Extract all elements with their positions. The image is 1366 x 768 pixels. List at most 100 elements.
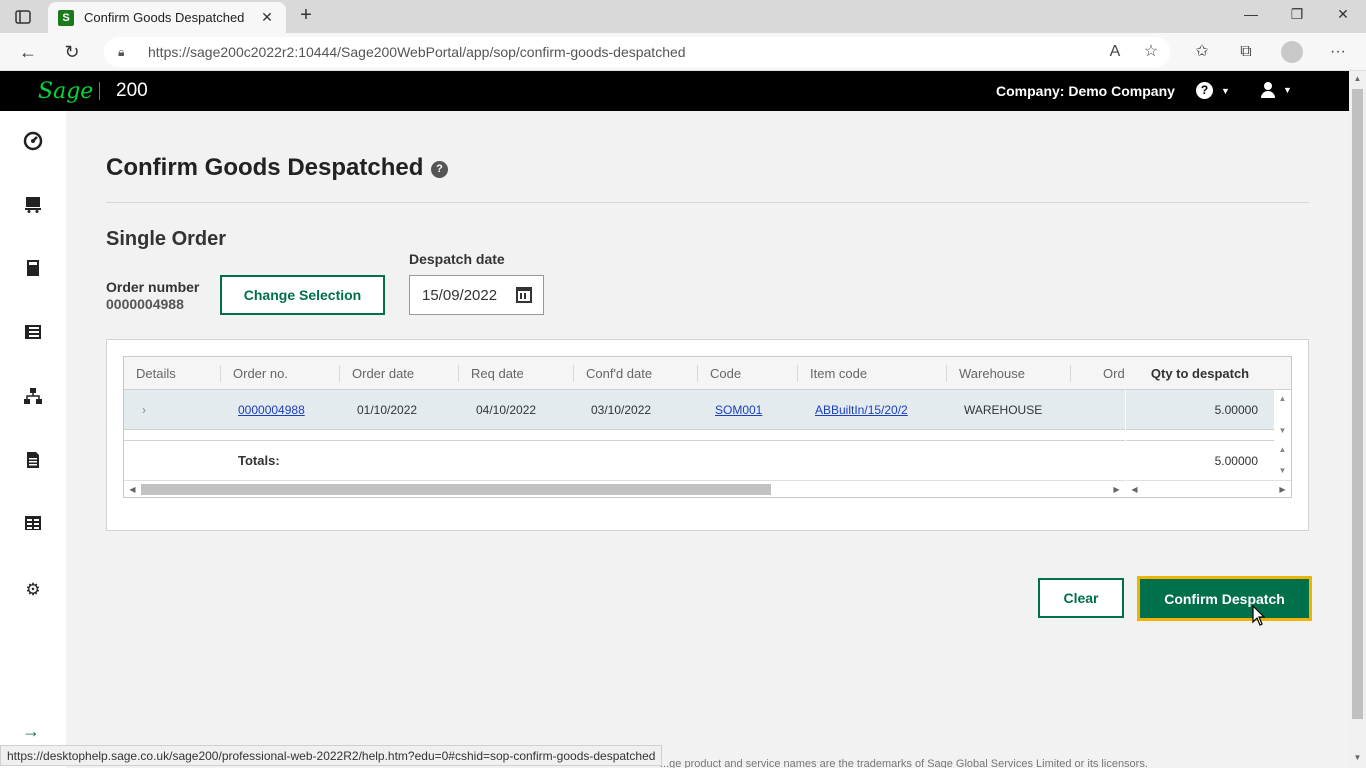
totals-qty-container: 5.00000 — [1126, 440, 1274, 480]
browser-tab-bar: S Confirm Goods Despatched ✕ + — ❐ ✕ — [0, 0, 1366, 33]
column-header-confd-date[interactable]: Conf'd date — [586, 357, 652, 390]
book-icon[interactable] — [22, 259, 44, 281]
close-window-icon[interactable]: ✕ — [1328, 6, 1358, 23]
read-aloud-icon[interactable]: A — [1104, 41, 1126, 63]
section-title: Single Order — [106, 228, 227, 250]
expand-arrow-icon[interactable]: → — [22, 721, 40, 742]
despatch-date-label: Despatch date — [409, 251, 505, 267]
scroll-up-icon[interactable]: ▲ — [1349, 74, 1366, 83]
sidebar: ⚙ → — [0, 111, 66, 768]
scroll-right-icon[interactable]: ▶ — [1108, 481, 1125, 497]
profile-avatar[interactable] — [1281, 41, 1303, 63]
confd-date-cell: 03/10/2022 — [591, 403, 652, 417]
despatch-date-field[interactable]: 15/09/2022 — [409, 275, 544, 315]
user-icon — [1261, 82, 1275, 98]
column-header-warehouse[interactable]: Warehouse — [959, 357, 1025, 390]
scroll-left-icon[interactable]: ◀ — [124, 481, 141, 497]
column-header-code[interactable]: Code — [710, 357, 741, 390]
user-menu[interactable]: ▼ — [1261, 82, 1292, 98]
column-header-order-no[interactable]: Order no. — [233, 357, 288, 390]
scrollbar-thumb[interactable] — [141, 484, 771, 495]
lock-icon: 🔒︎ — [118, 45, 125, 59]
scroll-down-icon[interactable]: ▼ — [1274, 466, 1291, 475]
horizontal-scrollbar[interactable]: ◀ ▶ — [124, 480, 1125, 497]
help-icon[interactable]: ? — [431, 161, 448, 178]
change-selection-button[interactable]: Change Selection — [220, 275, 385, 315]
sage-logo[interactable]: Sage — [38, 79, 93, 104]
help-menu[interactable]: ? ▼ — [1196, 82, 1230, 99]
order-number-value: 0000004988 — [106, 296, 184, 312]
despatch-date-value: 15/09/2022 — [422, 286, 498, 304]
order-date-cell: 01/10/2022 — [357, 403, 418, 417]
customer-code-link[interactable]: SOM001 — [715, 390, 762, 430]
page-title: Confirm Goods Despatched — [106, 154, 424, 181]
column-header-item-code[interactable]: Item code — [810, 357, 867, 390]
qty-to-despatch-cell[interactable]: 5.00000 — [1215, 390, 1258, 430]
calendar-icon[interactable] — [516, 287, 532, 303]
back-arrow-icon[interactable]: ← — [16, 41, 40, 63]
footer-trademark-text: ...ge product and service names are the … — [660, 758, 1148, 768]
req-date-cell: 04/10/2022 — [476, 403, 537, 417]
browser-tab-active[interactable]: S Confirm Goods Despatched ✕ — [48, 2, 286, 33]
row-scrollbar[interactable]: ▲ ▼ — [1274, 390, 1291, 440]
table-icon[interactable] — [22, 515, 44, 537]
add-favorite-icon[interactable]: ☆ — [1140, 41, 1162, 63]
company-name[interactable]: Company: Demo Company — [996, 83, 1175, 99]
scroll-down-icon[interactable]: ▼ — [1274, 426, 1291, 435]
item-code-link[interactable]: ABBuiltIn/15/20/2 — [815, 390, 908, 430]
document-icon[interactable] — [22, 451, 44, 473]
page-scrollbar-thumb[interactable] — [1352, 89, 1363, 719]
more-menu-icon[interactable]: ··· — [1327, 41, 1349, 63]
scroll-right-icon[interactable]: ▶ — [1274, 481, 1291, 497]
scroll-up-icon[interactable]: ▲ — [1274, 445, 1291, 454]
minimize-icon[interactable]: — — [1236, 6, 1266, 22]
qty-cell-container[interactable]: 5.00000 — [1126, 390, 1274, 430]
close-tab-icon[interactable]: ✕ — [258, 9, 276, 26]
address-bar: ← ↻ 🔒︎ https://sage200c2022r2:10444/Sage… — [0, 33, 1366, 71]
tab-title: Confirm Goods Despatched — [84, 10, 245, 25]
dashboard-icon[interactable] — [22, 131, 44, 153]
favorites-icon[interactable]: ✩ — [1191, 41, 1213, 63]
column-header-details[interactable]: Details — [136, 357, 176, 390]
confirm-despatch-button[interactable]: Confirm Despatch — [1137, 576, 1312, 621]
totals-qty-value: 5.00000 — [1214, 454, 1258, 468]
column-header-order-date[interactable]: Order date — [352, 357, 414, 390]
order-no-link[interactable]: 0000004988 — [238, 390, 305, 430]
clear-button[interactable]: Clear — [1038, 578, 1124, 618]
grid-panel: Details Order no. Order date Req date Co… — [106, 339, 1309, 531]
sage-favicon-icon: S — [58, 9, 74, 26]
cart-icon[interactable] — [22, 195, 44, 217]
org-chart-icon[interactable] — [22, 387, 44, 409]
gear-icon[interactable]: ⚙ — [22, 579, 44, 601]
url-field[interactable]: 🔒︎ https://sage200c2022r2:10444/Sage200W… — [104, 37, 1170, 67]
totals-label: Totals: — [238, 453, 280, 468]
main-content: Confirm Goods Despatched ? Single Order … — [66, 111, 1349, 768]
scroll-left-icon[interactable]: ◀ — [1126, 481, 1143, 497]
page-scrollbar[interactable]: ▲ ▼ — [1349, 71, 1366, 768]
column-header-ord[interactable]: Ord — [1103, 357, 1125, 390]
mouse-cursor-icon — [1252, 605, 1266, 626]
new-tab-icon[interactable]: + — [296, 5, 316, 27]
help-icon: ? — [1196, 82, 1213, 99]
column-header-qty-to-despatch[interactable]: Qty to despatch — [1125, 357, 1275, 390]
warehouse-cell: WAREHOUSE — [964, 403, 1043, 417]
tab-actions-icon[interactable] — [12, 7, 34, 27]
scroll-up-icon[interactable]: ▲ — [1274, 394, 1291, 403]
refresh-icon[interactable]: ↻ — [60, 41, 84, 63]
collections-icon[interactable]: ⧉ — [1235, 41, 1257, 63]
invoice-icon[interactable] — [22, 323, 44, 345]
restore-icon[interactable]: ❐ — [1282, 6, 1312, 23]
chevron-right-icon[interactable]: › — [142, 390, 146, 430]
totals-row: Totals: — [124, 440, 1125, 480]
column-header-req-date[interactable]: Req date — [471, 357, 524, 390]
order-lines-grid: Details Order no. Order date Req date Co… — [123, 356, 1292, 498]
totals-scrollbar[interactable]: ▲ ▼ — [1274, 441, 1291, 480]
url-text: https://sage200c2022r2:10444/Sage200WebP… — [148, 44, 686, 60]
frozen-horizontal-scrollbar[interactable]: ◀ ▶ — [1126, 480, 1291, 497]
grid-header: Details Order no. Order date Req date Co… — [124, 357, 1291, 390]
chevron-down-icon: ▼ — [1283, 85, 1292, 95]
status-bar-url: https://desktophelp.sage.co.uk/sage200/p… — [0, 745, 663, 766]
table-row[interactable]: › 0000004988 01/10/2022 04/10/2022 03/10… — [124, 390, 1125, 430]
app-header: Sage 200 Company: Demo Company ? ▼ ▼ — [0, 71, 1349, 111]
scroll-down-icon[interactable]: ▼ — [1349, 753, 1366, 762]
